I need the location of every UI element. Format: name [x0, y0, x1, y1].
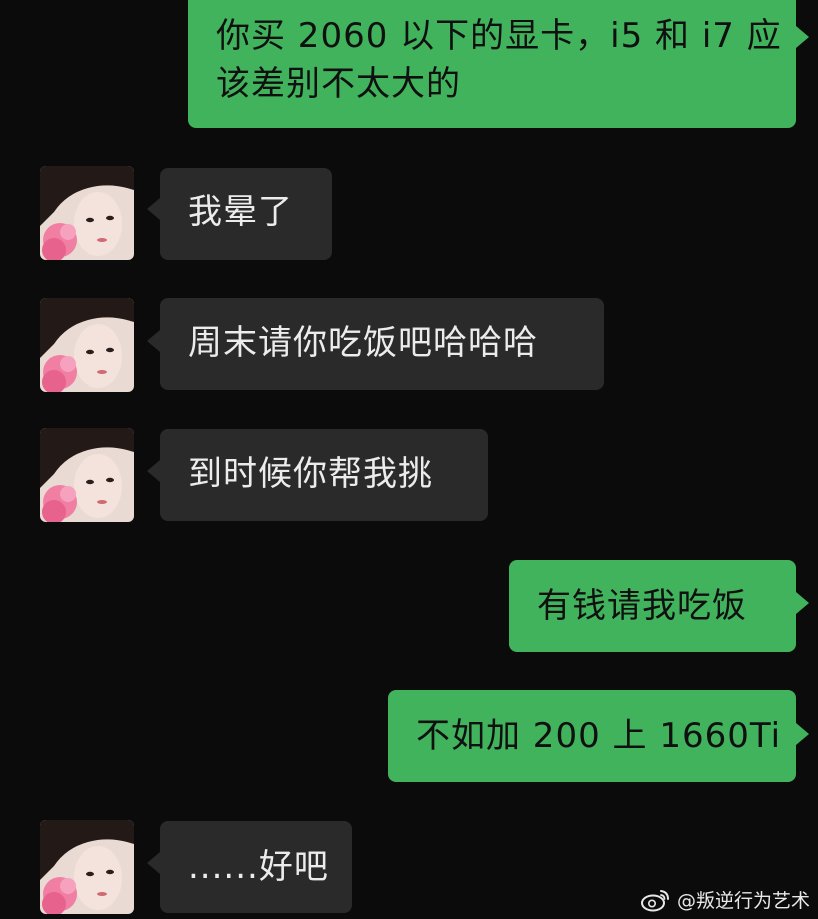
- message-bubble[interactable]: 有钱请我吃饭: [509, 560, 796, 652]
- contact-avatar[interactable]: [40, 298, 134, 392]
- message-text-line: 该差别不太大的: [216, 64, 461, 104]
- message-bubble[interactable]: 我晕了: [160, 168, 332, 260]
- message-bubble[interactable]: 到时候你帮我挑: [160, 429, 488, 521]
- contact-avatar[interactable]: [40, 820, 134, 914]
- message-text: 有钱请我吃饭: [537, 586, 747, 626]
- message-bubble[interactable]: 不如加 200 上 1660Ti: [388, 690, 796, 782]
- contact-avatar[interactable]: [40, 166, 134, 260]
- message-text: 到时候你帮我挑: [188, 454, 433, 494]
- message-bubble[interactable]: 你买 2060 以下的显卡，i5 和 i7 应 该差别不太大的: [188, 0, 796, 128]
- message-text: 不如加 200 上 1660Ti: [416, 716, 782, 756]
- bubble-tail: [147, 852, 160, 874]
- message-text: 周末请你吃饭吧哈哈哈: [188, 323, 538, 363]
- weibo-logo-icon: [640, 889, 669, 911]
- message-text: ......好吧: [188, 847, 329, 887]
- bubble-tail: [796, 26, 809, 48]
- watermark: @叛逆行为艺术: [640, 886, 810, 913]
- message-bubble[interactable]: ......好吧: [160, 821, 352, 913]
- bubble-tail: [796, 723, 809, 745]
- bubble-tail: [147, 460, 160, 482]
- contact-avatar[interactable]: [40, 428, 134, 522]
- bubble-tail: [147, 330, 160, 352]
- message-text: 我晕了: [188, 192, 293, 232]
- message-bubble[interactable]: 周末请你吃饭吧哈哈哈: [160, 298, 604, 390]
- watermark-text: @叛逆行为艺术: [676, 890, 810, 912]
- bubble-tail: [147, 198, 160, 220]
- message-text-line: 你买 2060 以下的显卡，i5 和 i7 应: [216, 16, 782, 56]
- chat-area: 你买 2060 以下的显卡，i5 和 i7 应 该差别不太大的 我晕了 周末请你…: [0, 0, 818, 919]
- bubble-tail: [796, 592, 809, 614]
